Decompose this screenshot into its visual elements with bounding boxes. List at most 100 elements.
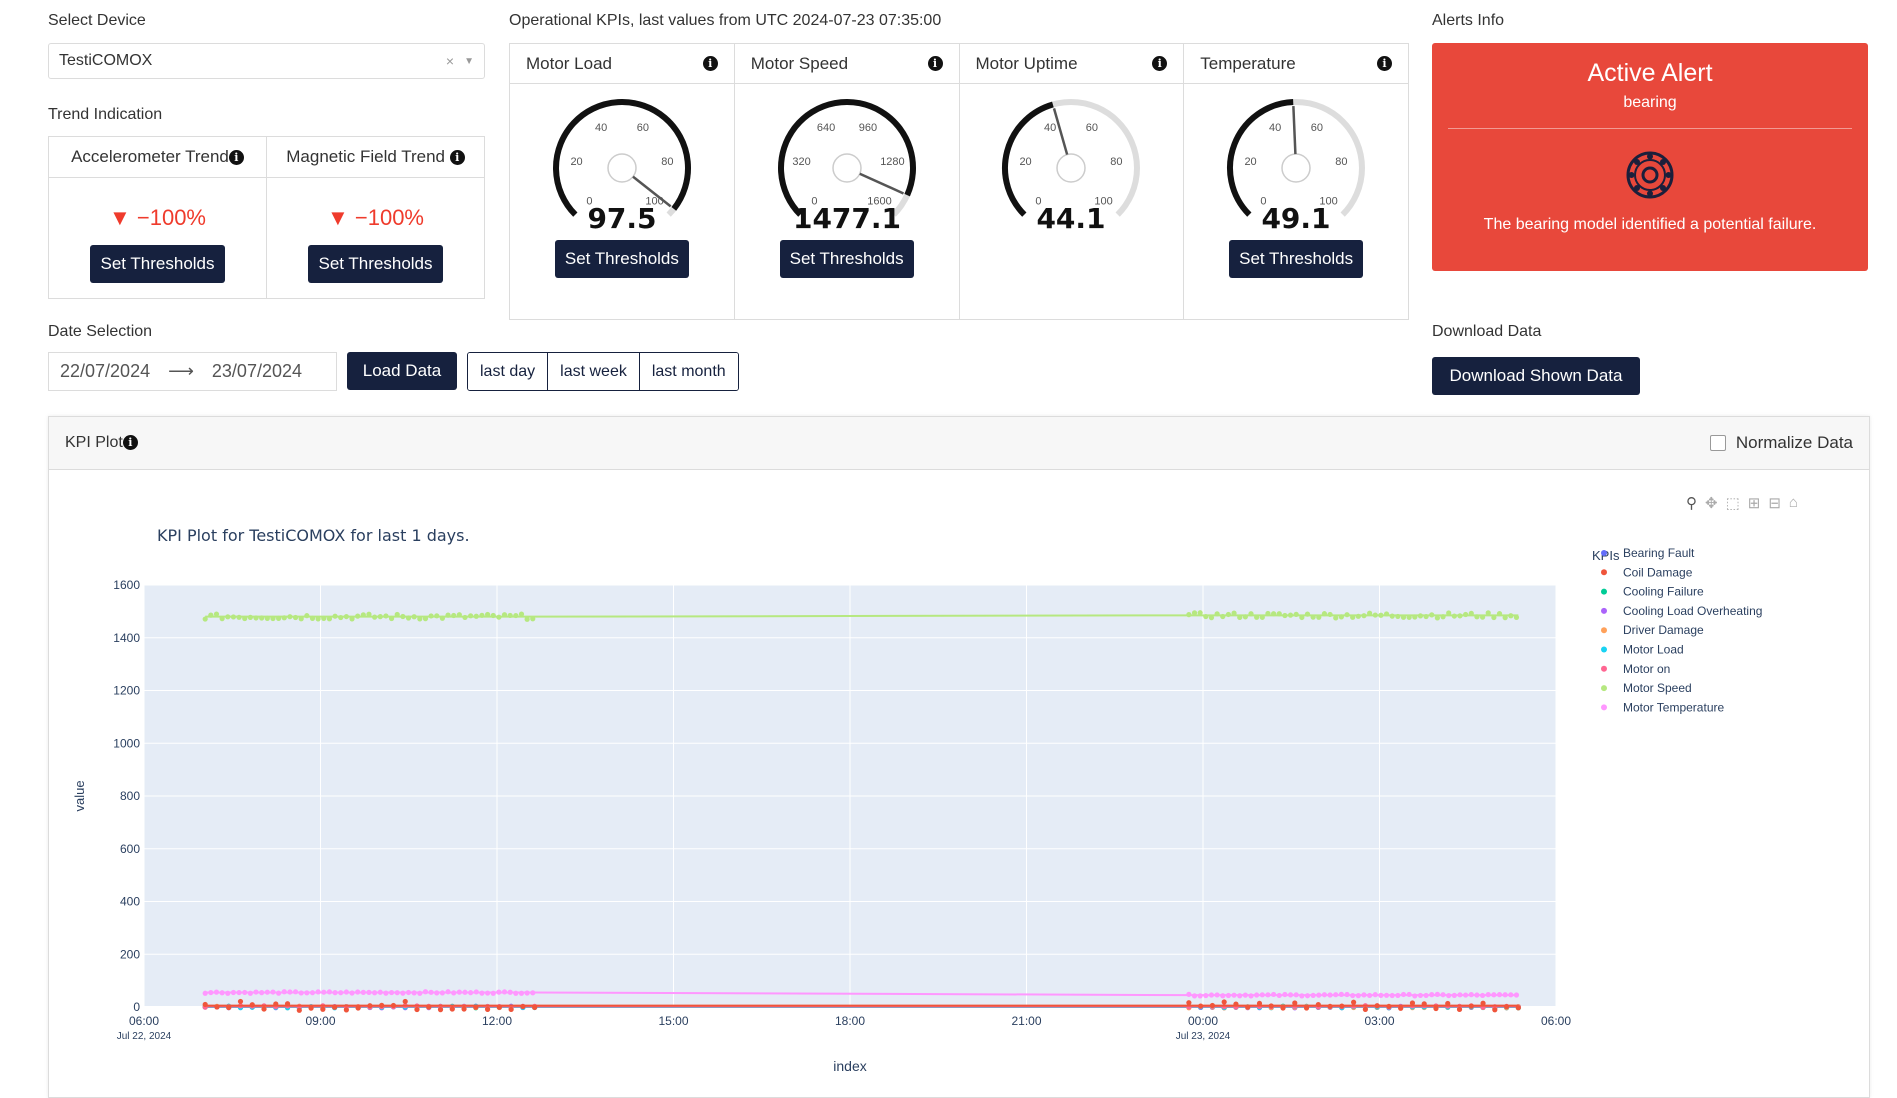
data-point	[445, 989, 451, 995]
set-thresholds-button[interactable]: Set Thresholds	[779, 240, 914, 278]
data-point	[1446, 992, 1452, 999]
data-point	[402, 998, 408, 1005]
data-point	[518, 611, 525, 617]
download-shown-data-button[interactable]: Download Shown Data	[1432, 357, 1640, 395]
gauge-card-0: Motor Loadi02040608010097.5%Set Threshol…	[510, 44, 735, 319]
set-thresholds-button-magnetic[interactable]: Set Thresholds	[308, 245, 443, 283]
data-point	[456, 612, 462, 618]
data-point	[1280, 1005, 1286, 1011]
info-icon[interactable]: i	[449, 149, 465, 165]
data-point	[1333, 615, 1339, 621]
data-point	[1214, 992, 1220, 998]
data-point	[1203, 992, 1209, 999]
last-week-button[interactable]: last week	[548, 353, 640, 390]
gauge-dial: 02040608010097.5%	[552, 99, 691, 234]
data-point	[445, 612, 451, 618]
data-point	[1292, 1000, 1298, 1006]
data-point	[1321, 611, 1328, 617]
select-device-label: Select Device	[48, 12, 146, 29]
info-icon[interactable]: i	[702, 56, 718, 71]
device-select[interactable]: TestiCOMOX × ▼	[48, 43, 485, 79]
active-alert-card: Active Alert bearing The bearing model i…	[1432, 43, 1868, 271]
data-point	[1310, 614, 1316, 620]
normalize-checkbox[interactable]	[1709, 435, 1726, 451]
info-icon[interactable]: i	[1152, 56, 1168, 71]
data-point	[281, 615, 287, 621]
info-icon[interactable]: i	[1377, 56, 1392, 71]
data-point	[309, 615, 316, 621]
data-point	[437, 1007, 444, 1013]
date-from[interactable]: 22/07/2024	[60, 361, 150, 382]
data-point	[253, 989, 259, 995]
gauge-title: Motor Uptime	[975, 53, 1078, 73]
data-point	[1191, 993, 1198, 999]
data-point	[1513, 614, 1520, 620]
clear-icon[interactable]: ×	[446, 53, 454, 69]
x-axis-label: index	[833, 1058, 866, 1074]
data-point	[532, 1004, 538, 1011]
data-point	[1395, 992, 1401, 999]
data-point	[315, 989, 321, 995]
data-point	[394, 611, 400, 618]
data-point	[400, 613, 406, 620]
last-month-button[interactable]: last month	[639, 353, 738, 390]
data-point	[1245, 1004, 1251, 1010]
data-point	[1276, 992, 1282, 999]
data-point	[1186, 612, 1192, 618]
gauge-hub	[1056, 153, 1087, 183]
data-point	[308, 1005, 314, 1011]
data-point	[388, 615, 395, 622]
data-point	[1299, 614, 1305, 621]
data-point	[1474, 614, 1480, 620]
date-to[interactable]: 23/07/2024	[212, 361, 302, 382]
data-point	[1417, 613, 1424, 619]
x-tick-label: 12:00	[482, 1014, 512, 1028]
data-point	[520, 1003, 526, 1010]
trend-card-magnetic: Magnetic Field Trend i ▼ −100% Set Thres…	[267, 137, 484, 298]
data-point	[1231, 992, 1237, 998]
legend-item-label: Bearing Fault	[1623, 546, 1695, 560]
data-point	[261, 1006, 267, 1012]
data-point	[473, 613, 479, 619]
trend-card-accelerometer: Accelerometer Trend i ▼ −100% Set Thresho…	[49, 137, 267, 298]
data-point	[479, 990, 485, 996]
data-point	[1333, 992, 1339, 998]
data-point	[1256, 1000, 1263, 1007]
data-point	[496, 1004, 502, 1010]
info-icon[interactable]: i	[228, 149, 244, 165]
data-point	[298, 616, 304, 622]
y-axis-label: value	[72, 780, 87, 811]
data-point	[1479, 992, 1486, 999]
data-point	[332, 990, 338, 996]
last-day-button[interactable]: last day	[468, 353, 549, 390]
load-data-button[interactable]: Load Data	[347, 352, 457, 390]
data-point	[405, 615, 412, 621]
normalize-data-toggle[interactable]: Normalize Data	[1709, 433, 1853, 453]
data-point	[1515, 1005, 1521, 1011]
set-thresholds-button-accelerometer[interactable]: Set Thresholds	[90, 245, 225, 283]
data-point	[315, 616, 321, 622]
info-icon[interactable]: i	[927, 56, 943, 71]
data-point	[1327, 992, 1333, 998]
data-point	[451, 990, 457, 996]
download-data-label: Download Data	[1432, 323, 1542, 340]
date-range-picker[interactable]: 22/07/2024 ⟶ 23/07/2024	[48, 352, 337, 391]
data-point	[507, 989, 513, 995]
set-thresholds-button[interactable]: Set Thresholds	[554, 240, 689, 278]
data-point	[1203, 613, 1209, 620]
set-thresholds-button[interactable]: Set Thresholds	[1229, 240, 1364, 278]
info-icon[interactable]: i	[122, 435, 138, 451]
chevron-down-icon[interactable]: ▼	[464, 56, 474, 67]
data-point	[377, 614, 383, 620]
data-point	[230, 614, 237, 620]
data-point	[360, 612, 366, 618]
data-point	[1421, 1001, 1427, 1007]
gauge-tick-label: 40	[595, 122, 607, 134]
data-point	[1293, 611, 1299, 617]
data-point	[411, 990, 417, 996]
alert-divider	[1448, 128, 1852, 129]
chart-title: KPI Plot for TestiCOMOX for last 1 days.	[157, 526, 470, 545]
data-point	[508, 1006, 514, 1013]
data-point	[1451, 992, 1457, 998]
data-point	[1440, 992, 1446, 998]
